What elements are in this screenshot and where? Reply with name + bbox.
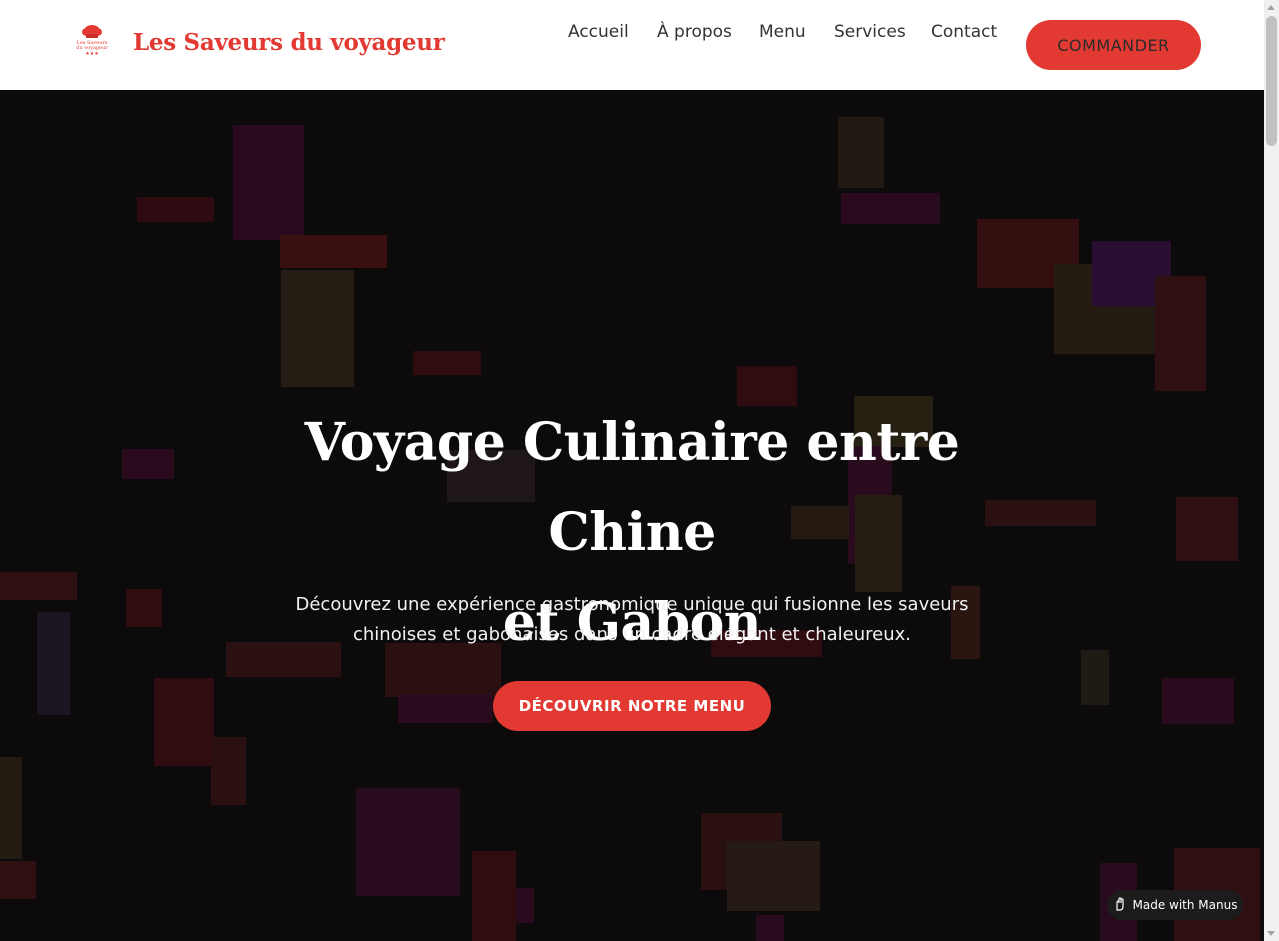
hero-subtitle-line: Découvrez une expérience gastronomique u… (295, 594, 969, 615)
hero-bg-square (756, 915, 784, 941)
hero-bg-square (472, 851, 516, 941)
hero-bg-square (122, 449, 174, 479)
scroll-up-arrow-icon[interactable] (1267, 5, 1275, 10)
scroll-thumb[interactable] (1266, 16, 1277, 146)
hero-bg-square (37, 612, 70, 715)
hero-bg-square (0, 572, 77, 600)
hero-bg-square (413, 351, 481, 375)
nav-contact[interactable]: Contact (931, 22, 997, 42)
order-button[interactable]: COMMANDER (1026, 20, 1201, 70)
scroll-down-arrow-icon[interactable] (1267, 931, 1275, 936)
hero-bg-square (838, 117, 884, 188)
vertical-scrollbar[interactable] (1264, 0, 1279, 941)
hero-bg-square (137, 197, 214, 222)
nav-accueil[interactable]: Accueil (568, 22, 629, 42)
manus-hand-icon (1113, 896, 1127, 914)
hero-bg-square (1081, 650, 1109, 705)
brand-name[interactable]: Les Saveurs du voyageur (133, 29, 445, 56)
hero-section: Voyage Culinaire entre Chine et Gabon Dé… (0, 90, 1264, 941)
hero-bg-square (280, 235, 387, 268)
hero-bg-square (1176, 497, 1238, 561)
hero-subtitle-line: chinoises et gabonaises dans un cadre él… (353, 624, 911, 645)
discover-menu-button[interactable]: DÉCOUVRIR NOTRE MENU (493, 681, 771, 731)
hero-bg-square (1162, 678, 1234, 724)
site-header: Les Saveurs du voyageur ★★★ Les Saveurs … (0, 0, 1264, 90)
hero-bg-square (211, 737, 246, 805)
badge-label: Made with Manus (1132, 898, 1238, 912)
hero-bg-square (516, 888, 534, 923)
hero-bg-square (727, 841, 820, 911)
nav-services[interactable]: Services (834, 22, 906, 42)
hero-bg-square (0, 861, 36, 899)
hero-bg-square (233, 125, 304, 240)
nav-a-propos[interactable]: À propos (657, 22, 732, 42)
hero-bg-square (0, 757, 22, 859)
hero-bg-square (356, 788, 460, 896)
hero-bg-square (841, 193, 940, 224)
hero-bg-square (398, 694, 493, 723)
nav-menu[interactable]: Menu (759, 22, 806, 42)
hero-bg-square (1155, 276, 1206, 391)
made-with-manus-badge[interactable]: Made with Manus (1107, 890, 1243, 920)
hero-bg-square (126, 589, 162, 627)
hero-bg-square (154, 678, 214, 766)
hero-subtitle: Découvrez une expérience gastronomique u… (262, 590, 1002, 650)
hero-title-line: Voyage Culinaire entre Chine (304, 412, 960, 563)
logo-icon[interactable]: Les Saveurs du voyageur ★★★ (75, 22, 109, 58)
svg-text:★★★: ★★★ (85, 51, 99, 57)
hero-bg-square (281, 270, 354, 387)
